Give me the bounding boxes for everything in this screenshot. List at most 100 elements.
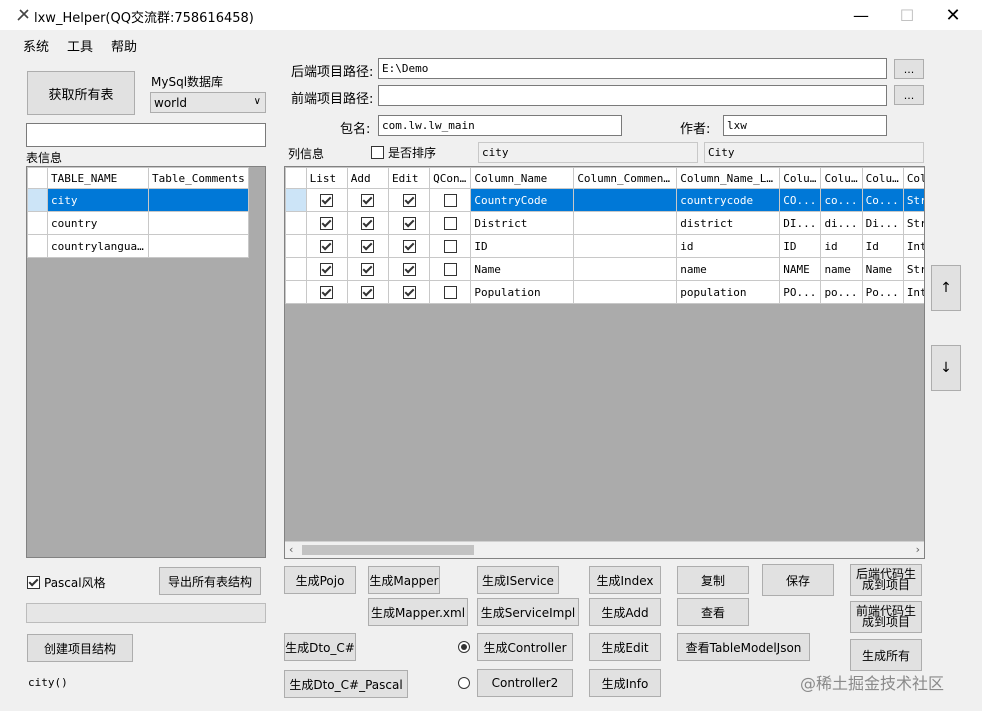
col-header-column-b[interactable]: Column_ xyxy=(820,167,863,189)
cell-c2[interactable]: id xyxy=(820,234,863,258)
cell-add[interactable] xyxy=(346,257,389,281)
checkbox-checked-icon[interactable] xyxy=(320,262,334,276)
checkbox-checked-icon[interactable] xyxy=(402,239,416,253)
cell-list[interactable] xyxy=(305,257,348,281)
cell-comment[interactable] xyxy=(573,234,678,258)
cell-qcond[interactable] xyxy=(429,280,472,304)
checkbox-checked-icon[interactable] xyxy=(320,193,334,207)
controller2-radio[interactable] xyxy=(458,677,470,689)
col-header-column-d[interactable]: Column_ xyxy=(902,167,924,189)
row-header[interactable] xyxy=(285,280,307,304)
cell-lower[interactable]: countrycode xyxy=(676,188,781,212)
author-input[interactable]: lxw xyxy=(723,115,887,136)
cell-comment[interactable] xyxy=(573,257,678,281)
cell-c4[interactable]: String xyxy=(902,211,924,235)
cell-lower[interactable]: id xyxy=(676,234,781,258)
gen-mapper-xml-button[interactable]: 生成Mapper.xml xyxy=(368,598,468,626)
cell-name[interactable]: ID xyxy=(470,234,575,258)
checkbox-checked-icon[interactable] xyxy=(361,216,375,230)
frontend-path-input[interactable] xyxy=(378,85,887,106)
cell-list[interactable] xyxy=(305,211,348,235)
cell-c3[interactable]: Id xyxy=(861,234,904,258)
cell-c2[interactable]: co... xyxy=(820,188,863,212)
cell-add[interactable] xyxy=(346,188,389,212)
cell-c4[interactable]: Integer xyxy=(902,234,924,258)
checkbox-checked-icon[interactable] xyxy=(361,262,375,276)
col-header-column-a[interactable]: Column_ xyxy=(779,167,822,189)
checkbox-checked-icon[interactable] xyxy=(402,262,416,276)
cell-c2[interactable]: name xyxy=(820,257,863,281)
checkbox-checked-icon[interactable] xyxy=(361,239,375,253)
close-button[interactable]: ✕ xyxy=(930,0,976,30)
gen-controller2-button[interactable]: Controller2 xyxy=(477,669,573,697)
table-row[interactable]: country xyxy=(27,211,249,235)
checkbox-unchecked-icon[interactable] xyxy=(443,239,457,253)
checkbox-unchecked-icon[interactable] xyxy=(443,285,457,299)
backend-browse-button[interactable]: ... xyxy=(894,59,924,79)
row-header[interactable] xyxy=(285,211,307,235)
cell-comment[interactable] xyxy=(573,280,678,304)
gen-mapper-button[interactable]: 生成Mapper xyxy=(368,566,440,594)
column-row[interactable]: District districtDI...di...Di...String xyxy=(285,211,924,235)
cell-qcond[interactable] xyxy=(429,211,472,235)
backend-gen-to-project-button[interactable]: 后端代码生 成到项目 xyxy=(850,564,922,596)
gen-dto-button[interactable]: 生成Dto_C# xyxy=(284,633,356,661)
cell-c1[interactable]: PO... xyxy=(779,280,822,304)
checkbox-unchecked-icon[interactable] xyxy=(443,216,457,230)
pascal-checkbox[interactable]: Pascal风格 xyxy=(27,574,106,591)
cell-add[interactable] xyxy=(346,211,389,235)
cell-edit[interactable] xyxy=(387,280,431,304)
cell-c1[interactable]: CO... xyxy=(779,188,822,212)
gen-add-button[interactable]: 生成Add xyxy=(589,598,661,626)
columns-grid[interactable]: List Add Edit QCond: Column_Name Column_… xyxy=(284,166,925,559)
table-row[interactable]: city xyxy=(27,188,249,212)
cell-comment[interactable] xyxy=(573,188,678,212)
checkbox-checked-icon[interactable] xyxy=(361,285,375,299)
cell-edit[interactable] xyxy=(387,211,431,235)
move-down-button[interactable]: ↓ xyxy=(931,345,961,391)
cell-c1[interactable]: NAME xyxy=(779,257,822,281)
col-header-column-name-lower[interactable]: Column_Name_Lower xyxy=(676,167,781,189)
db-select[interactable]: world ∨ xyxy=(150,92,266,113)
cell-list[interactable] xyxy=(305,188,348,212)
view-button[interactable]: 查看 xyxy=(677,598,749,626)
col-header-table-name[interactable]: TABLE_NAME xyxy=(47,167,149,189)
checkbox-checked-icon[interactable] xyxy=(402,193,416,207)
sort-checkbox[interactable]: 是否排序 xyxy=(371,144,436,161)
view-table-model-json-button[interactable]: 查看TableModelJson xyxy=(677,633,810,661)
gen-all-button[interactable]: 生成所有 xyxy=(850,639,922,671)
gen-iservice-button[interactable]: 生成IService xyxy=(477,566,559,594)
gen-pojo-button[interactable]: 生成Pojo xyxy=(284,566,356,594)
checkbox-unchecked-icon[interactable] xyxy=(443,193,457,207)
col-header-column-name[interactable]: Column_Name xyxy=(470,167,575,189)
row-header[interactable] xyxy=(285,234,307,258)
cell-c2[interactable]: po... xyxy=(820,280,863,304)
cell-qcond[interactable] xyxy=(429,234,472,258)
cell-lower[interactable]: name xyxy=(676,257,781,281)
column-row[interactable]: IDidIDidIdInteger xyxy=(285,234,924,258)
gen-dto-pascal-button[interactable]: 生成Dto_C#_Pascal xyxy=(284,670,408,698)
table-name-field[interactable]: city xyxy=(478,142,698,163)
checkbox-checked-icon[interactable] xyxy=(320,216,334,230)
menu-tools[interactable]: 工具 xyxy=(67,36,93,55)
menu-help[interactable]: 帮助 xyxy=(111,36,137,55)
col-header-edit[interactable]: Edit xyxy=(387,167,431,189)
checkbox-checked-icon[interactable] xyxy=(361,193,375,207)
cell-edit[interactable] xyxy=(387,234,431,258)
cell-name[interactable]: Population xyxy=(470,280,575,304)
package-input[interactable]: com.lw.lw_main xyxy=(378,115,622,136)
scroll-right-icon[interactable]: › xyxy=(916,543,920,556)
tables-grid[interactable]: TABLE_NAME Table_Comments city country c… xyxy=(26,166,266,558)
checkbox-checked-icon[interactable] xyxy=(402,216,416,230)
class-name-field[interactable]: City xyxy=(704,142,924,163)
maximize-button[interactable]: ☐ xyxy=(884,0,930,30)
frontend-gen-to-project-button[interactable]: 前端代码生 成到项目 xyxy=(850,601,922,633)
gen-info-button[interactable]: 生成Info xyxy=(589,669,661,697)
col-header-column-comments[interactable]: Column_Comments xyxy=(573,167,678,189)
cell-list[interactable] xyxy=(305,280,348,304)
col-header-qcond[interactable]: QCond: xyxy=(429,167,472,189)
cell-c4[interactable]: String xyxy=(902,188,924,212)
column-row[interactable]: NamenameNAMEnameNameString xyxy=(285,257,924,281)
create-project-button[interactable]: 创建项目结构 xyxy=(27,634,133,662)
checkbox-checked-icon[interactable] xyxy=(402,285,416,299)
